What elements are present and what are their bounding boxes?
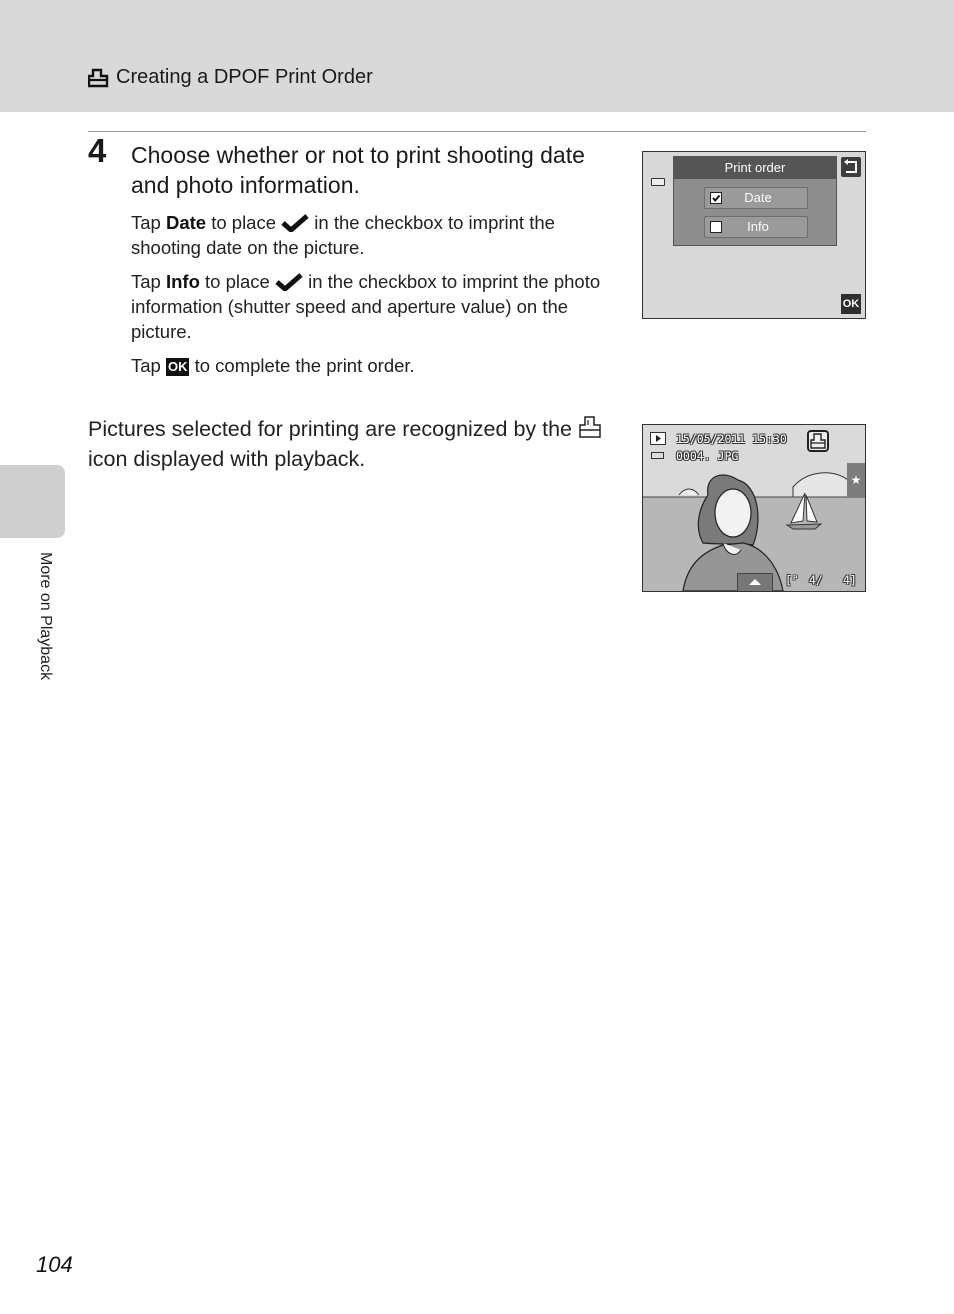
frame-counter-total: 4] <box>843 573 857 587</box>
option-date[interactable]: Date <box>704 187 808 209</box>
checkmark-icon <box>275 273 303 291</box>
text: icon displayed with playback. <box>88 447 366 471</box>
frame-counter-prefix: [ᴾ <box>785 573 799 587</box>
playback-icon <box>650 432 666 445</box>
print-order-dialog: Print order Date Info <box>673 156 837 246</box>
return-icon <box>844 159 857 173</box>
text: to place <box>206 212 282 233</box>
instruction-date: Tap Date to place in the checkbox to imp… <box>131 210 621 260</box>
section-title: Creating a DPOF Print Order <box>116 66 373 88</box>
print-order-screen: Print order Date Info OK <box>642 151 866 319</box>
return-button[interactable] <box>841 157 861 177</box>
menu-up-tab[interactable] <box>737 573 773 591</box>
keyword-info: Info <box>165 271 200 292</box>
header-band <box>0 0 954 112</box>
option-info[interactable]: Info <box>704 216 808 238</box>
print-order-icon <box>88 68 109 87</box>
battery-icon <box>651 178 665 186</box>
frame-counter-current: 4/ <box>809 573 823 587</box>
playback-note: Pictures selected for printing are recog… <box>88 414 618 474</box>
filename: 0004. JPG <box>676 449 739 463</box>
ok-icon: OK <box>165 358 190 376</box>
section-header: Creating a DPOF Print Order <box>88 66 373 89</box>
option-label: Date <box>744 190 772 205</box>
option-label: Info <box>747 219 769 234</box>
battery-icon <box>651 452 664 459</box>
text: Tap <box>131 212 166 233</box>
datetime: 15/05/2011 15:30 <box>676 432 787 446</box>
chapter-tab <box>0 465 65 538</box>
instruction-info: Tap Info to place in the checkbox to imp… <box>131 269 621 344</box>
print-order-indicator <box>807 430 829 452</box>
text: to complete the print order. <box>189 355 415 376</box>
print-order-icon <box>579 416 601 438</box>
playback-screen: 15/05/2011 15:30 0004. JPG ★ [ᴾ 4/ 4] <box>642 424 866 592</box>
keyword-date: Date <box>165 212 207 233</box>
instruction-ok: Tap OK to complete the print order. <box>131 353 621 378</box>
print-order-icon <box>810 433 826 449</box>
dialog-title: Print order <box>674 157 836 179</box>
chapter-label: More on Playback <box>37 552 54 681</box>
text: Tap <box>131 271 166 292</box>
ok-button[interactable]: OK <box>841 294 861 314</box>
text: Pictures selected for printing are recog… <box>88 417 573 441</box>
divider <box>88 131 866 132</box>
favorites-tab[interactable]: ★ <box>847 463 865 497</box>
step-title: Choose whether or not to print shooting … <box>131 142 585 198</box>
text: Tap <box>131 355 166 376</box>
text: to place <box>199 271 275 292</box>
checkmark-icon <box>281 214 309 232</box>
step-number: 4 <box>88 132 107 169</box>
page-number: 104 <box>36 1252 73 1277</box>
